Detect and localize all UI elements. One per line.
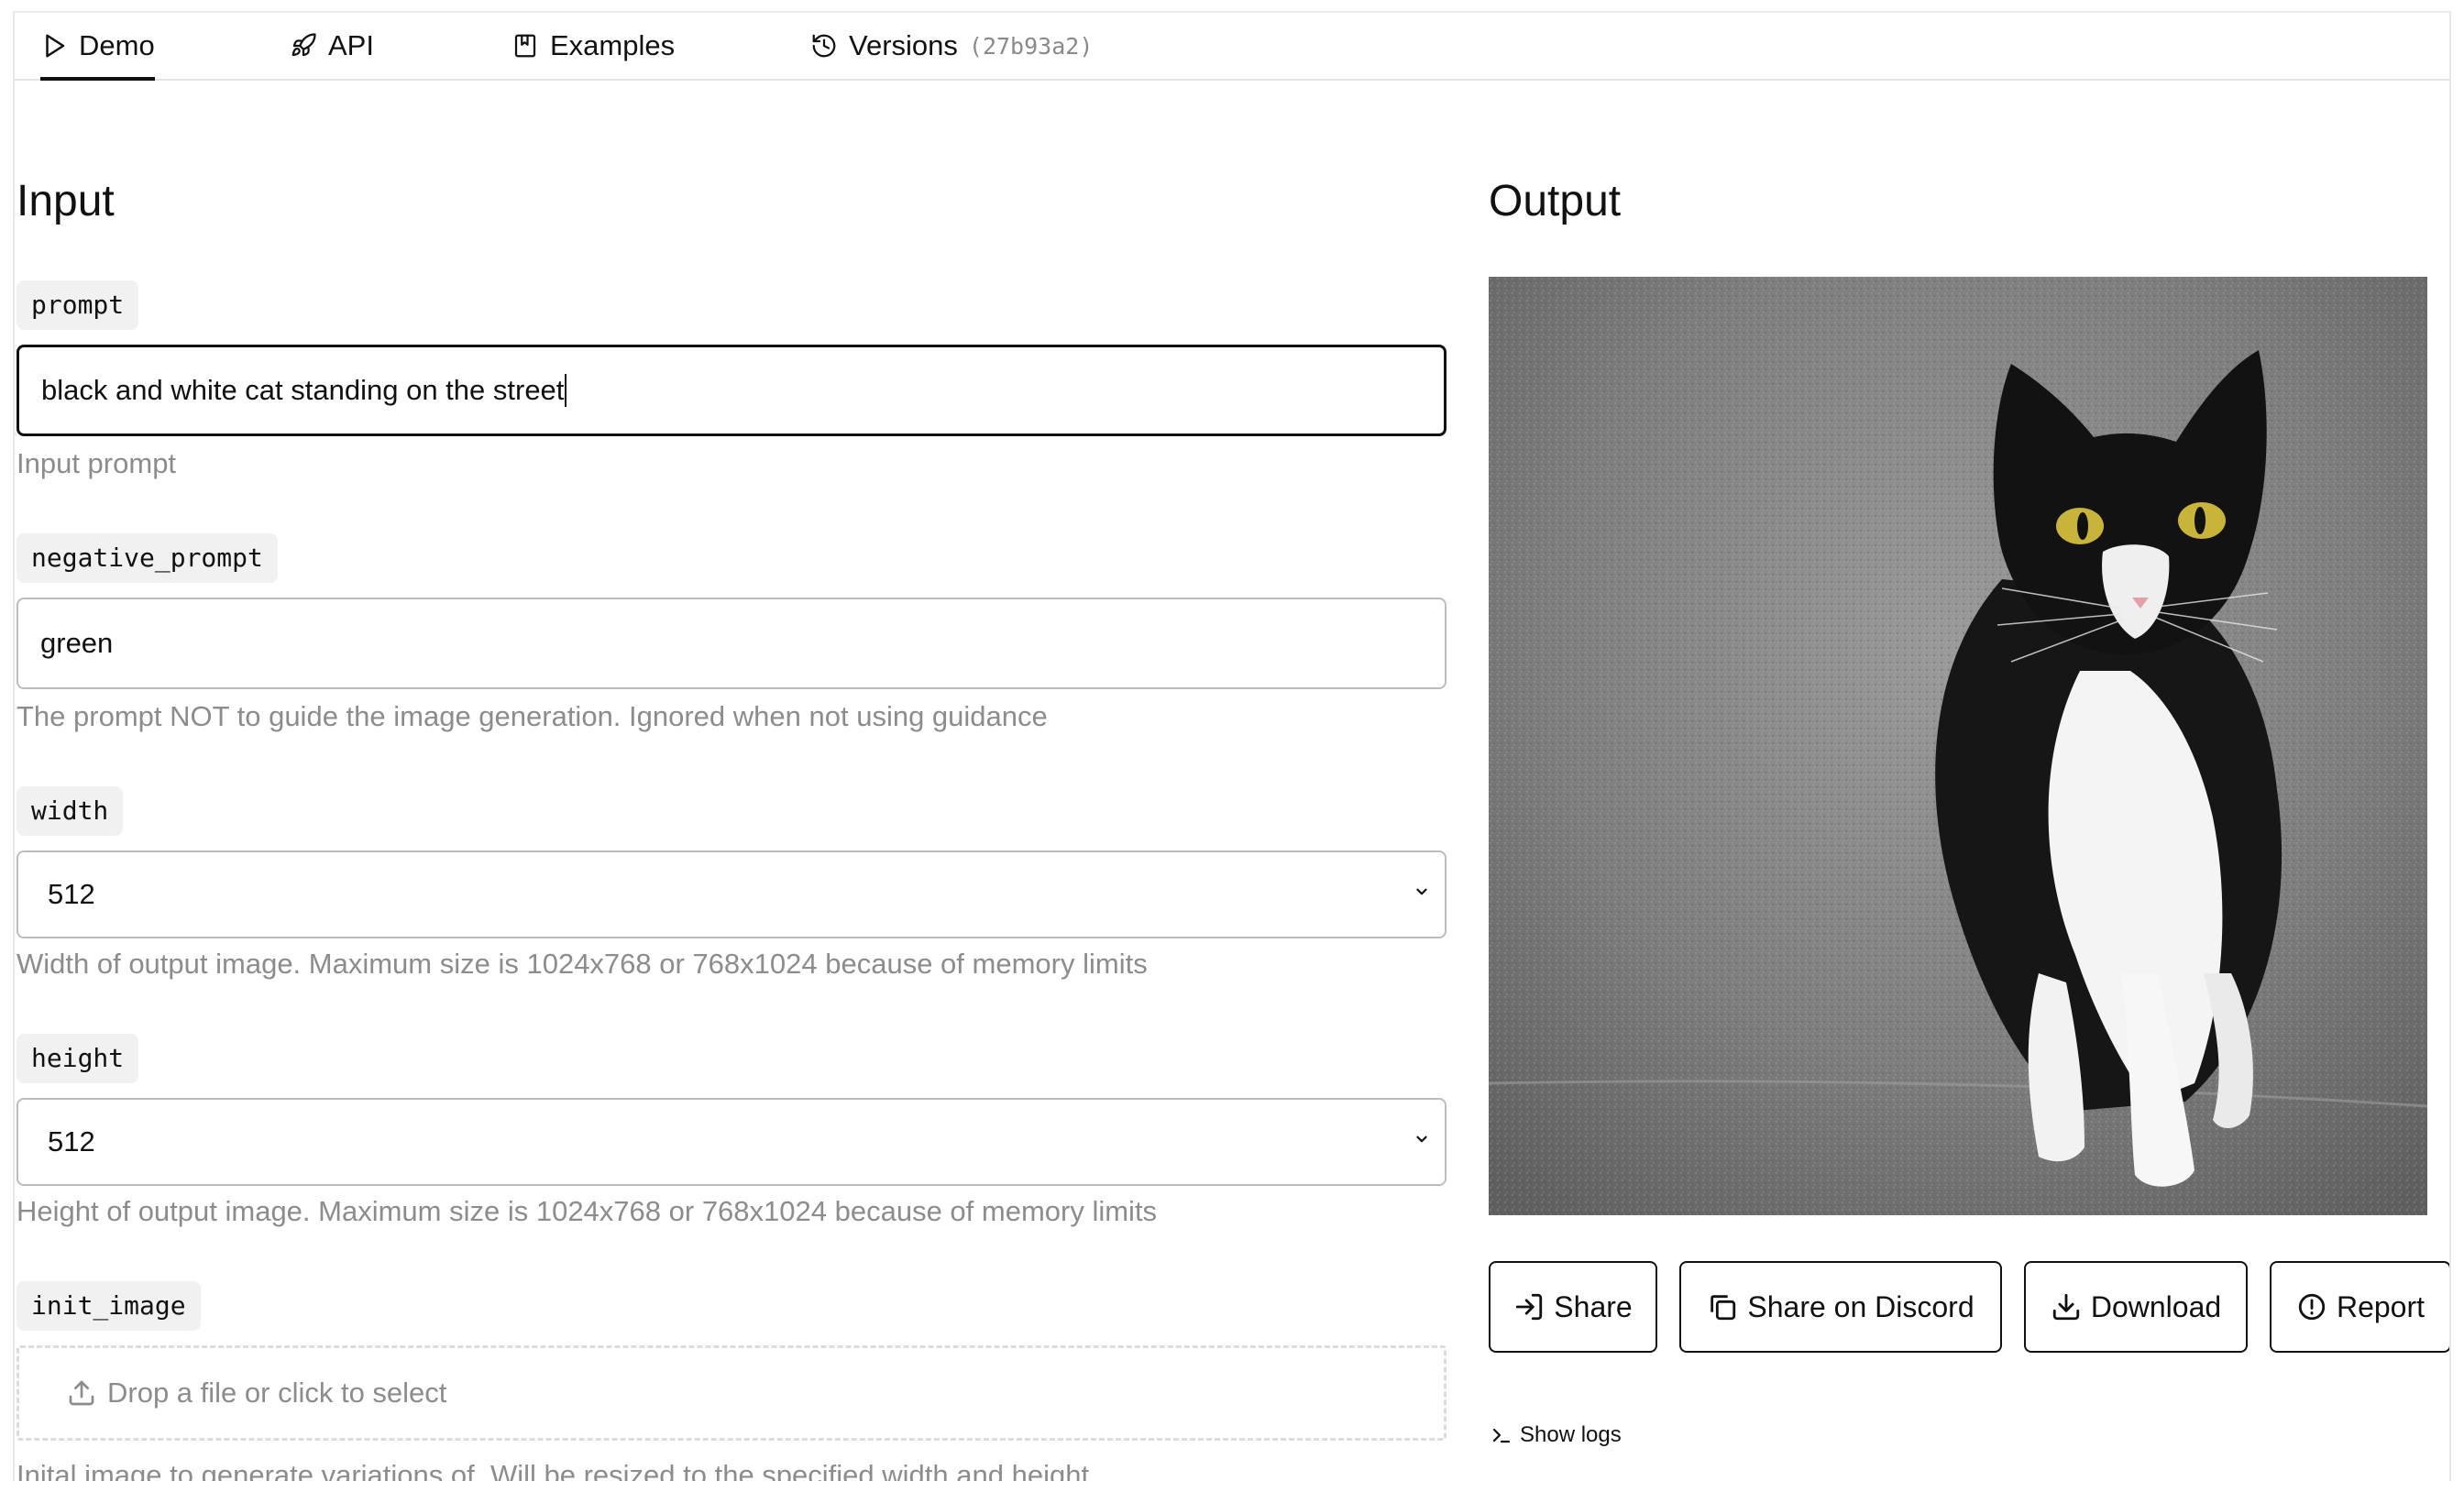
dropzone-placeholder: Drop a file or click to select — [107, 1377, 447, 1409]
tab-examples[interactable]: Examples — [512, 13, 675, 79]
text-caret — [565, 374, 567, 407]
version-hash: (27b93a2) — [968, 32, 1094, 60]
share-button[interactable]: Share — [1489, 1261, 1657, 1353]
rocket-icon — [292, 33, 316, 57]
tab-bar: Demo API Examples Versions (27b93a2) — [15, 13, 2449, 81]
chevron-down-icon — [1416, 888, 1427, 895]
history-icon — [812, 34, 836, 58]
negative-prompt-label: negative_prompt — [16, 533, 278, 583]
prompt-value: black and white cat standing on the stre… — [41, 374, 565, 406]
report-button[interactable]: Report — [2270, 1261, 2449, 1353]
height-help: Height of output image. Maximum size is … — [16, 1195, 1158, 1227]
tab-versions[interactable]: Versions (27b93a2) — [810, 13, 1093, 79]
width-help: Width of output image. Maximum size is 1… — [16, 948, 1148, 980]
output-heading: Output — [1489, 177, 1622, 225]
share-discord-button[interactable]: Share on Discord — [1679, 1261, 2002, 1353]
bookmark-icon — [514, 34, 536, 58]
copy-icon — [1710, 1295, 1736, 1321]
init-image-dropzone[interactable]: Drop a file or click to select — [16, 1345, 1446, 1441]
prompt-help: Input prompt — [16, 447, 177, 479]
input-heading: Input — [16, 177, 115, 225]
width-label: width — [16, 786, 124, 836]
app-frame: Demo API Examples Versions (27b93a2) Inp… — [13, 11, 2451, 1481]
width-select[interactable]: 512 — [16, 850, 1446, 938]
play-icon — [46, 34, 65, 58]
init-image-label: init_image — [16, 1281, 201, 1331]
share-icon — [1516, 1293, 1543, 1321]
negative-prompt-value: green — [40, 627, 114, 659]
tab-api[interactable]: API — [290, 13, 374, 79]
output-image[interactable] — [1489, 277, 2427, 1215]
negative-prompt-help: The prompt NOT to guide the image genera… — [16, 700, 1048, 732]
alert-circle-icon — [2298, 1293, 2326, 1321]
prompt-input[interactable]: black and white cat standing on the stre… — [16, 345, 1446, 436]
upload-icon — [69, 1380, 94, 1406]
tab-demo[interactable]: Demo — [40, 13, 155, 81]
height-select[interactable]: 512 — [16, 1098, 1446, 1186]
chevron-down-icon — [1416, 1135, 1427, 1143]
height-label: height — [16, 1034, 139, 1083]
prompt-label: prompt — [16, 280, 139, 330]
cat-photo — [1489, 277, 2427, 1215]
init-image-help: Inital image to generate variations of. … — [16, 1459, 1090, 1481]
terminal-icon — [1492, 1428, 1511, 1443]
height-value: 512 — [48, 1125, 95, 1157]
download-button[interactable]: Download — [2024, 1261, 2248, 1353]
show-logs-toggle[interactable]: Show logs — [1490, 1422, 1622, 1448]
width-value: 512 — [48, 878, 95, 910]
negative-prompt-input[interactable]: green — [16, 598, 1446, 689]
download-icon — [2052, 1293, 2080, 1321]
